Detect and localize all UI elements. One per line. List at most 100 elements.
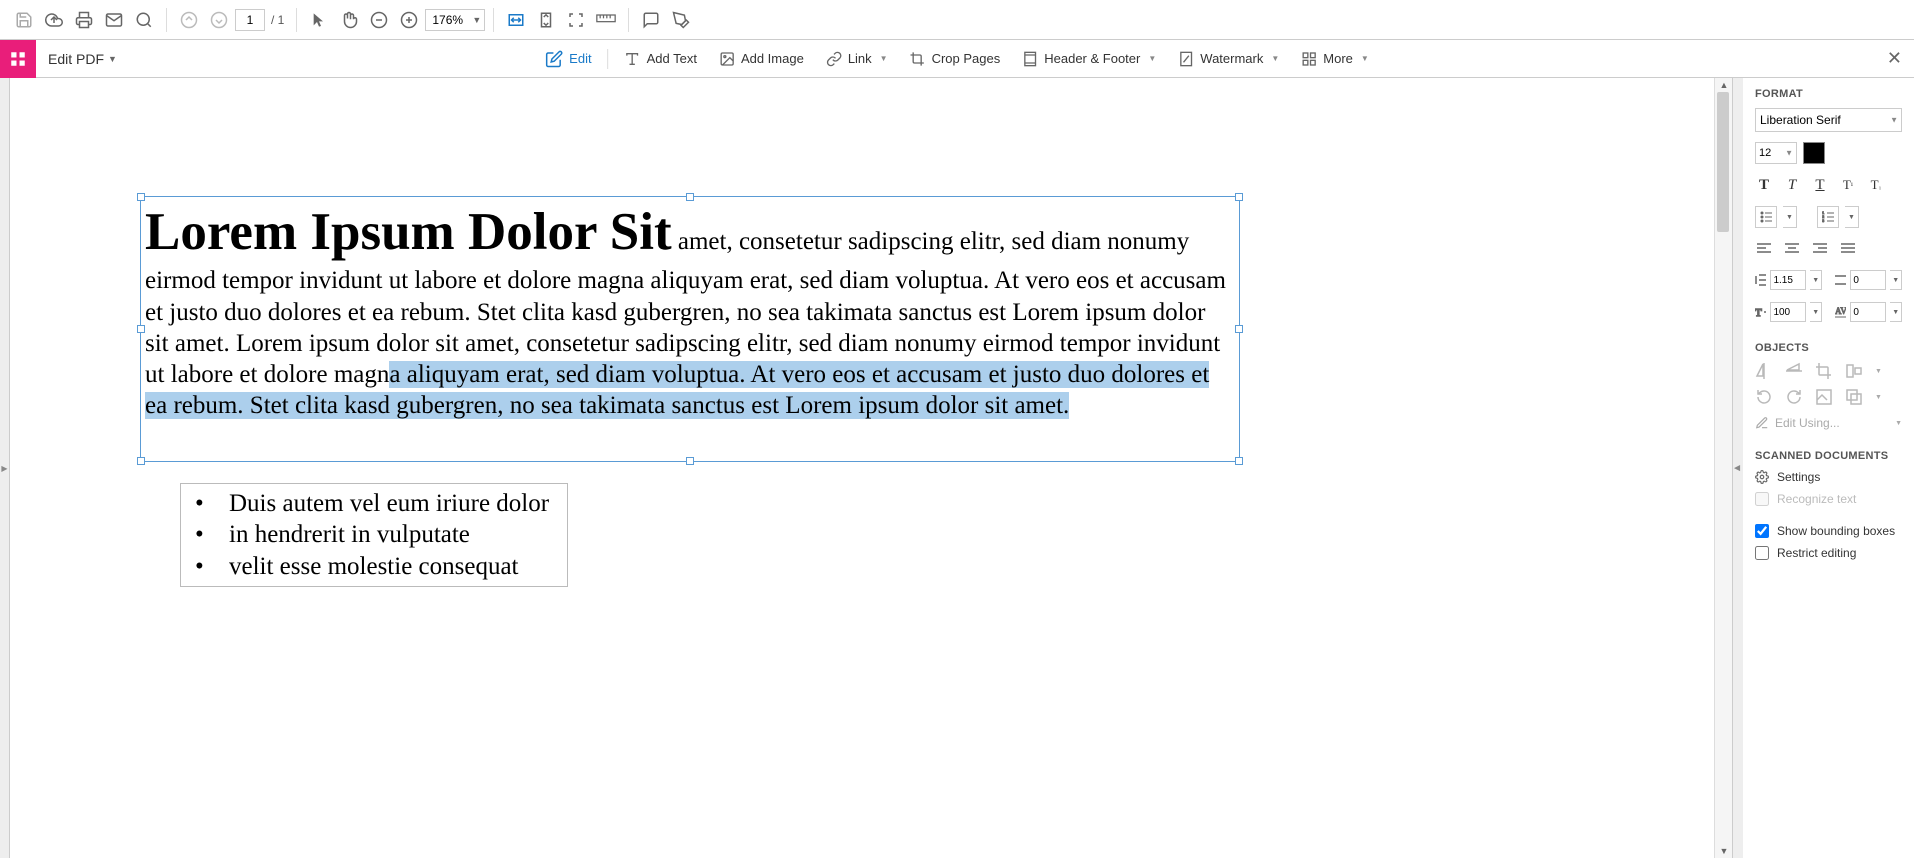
underline-icon[interactable]: T xyxy=(1811,176,1829,194)
recognize-text-checkbox[interactable]: Recognize text xyxy=(1755,492,1902,506)
crop-object-icon[interactable] xyxy=(1815,362,1833,380)
replace-image-icon[interactable] xyxy=(1815,388,1833,406)
subscript-icon[interactable]: T₁ xyxy=(1867,176,1885,194)
line-spacing-icon xyxy=(1755,273,1766,287)
list-item[interactable]: Duis autem vel eum iriure dolor xyxy=(185,488,559,519)
rotate-cw-icon[interactable] xyxy=(1785,388,1803,406)
right-panel-toggle[interactable]: ▶ xyxy=(1732,78,1742,858)
objects-heading: OBJECTS xyxy=(1755,342,1902,354)
search-icon[interactable] xyxy=(130,6,158,34)
zoom-in-icon[interactable] xyxy=(395,6,423,34)
print-icon[interactable] xyxy=(70,6,98,34)
header-footer-button[interactable]: Header & Footer ▼ xyxy=(1012,47,1166,71)
bullet-list-dropdown[interactable]: ▼ xyxy=(1783,206,1797,228)
chevron-down-icon: ▼ xyxy=(880,54,888,63)
settings-button[interactable]: Settings xyxy=(1755,470,1902,484)
resize-handle[interactable] xyxy=(137,457,145,465)
svg-text:3: 3 xyxy=(1822,218,1825,223)
list-item[interactable]: velit esse molestie consequat xyxy=(185,551,559,582)
resize-handle[interactable] xyxy=(1235,325,1243,333)
scroll-down-icon[interactable]: ▼ xyxy=(1715,844,1733,858)
restrict-editing-checkbox[interactable]: Restrict editing xyxy=(1755,546,1902,560)
scroll-up-icon[interactable]: ▲ xyxy=(1715,78,1733,92)
para-spacing-dropdown[interactable]: ▼ xyxy=(1890,270,1902,290)
numbered-list-icon[interactable]: 123 xyxy=(1817,206,1839,228)
top-toolbar: / 1 ▼ xyxy=(0,0,1914,40)
highlight-icon[interactable] xyxy=(667,6,695,34)
flip-h-icon[interactable] xyxy=(1755,362,1773,380)
italic-icon[interactable]: T xyxy=(1783,176,1801,194)
resize-handle[interactable] xyxy=(1235,193,1243,201)
align-right-icon[interactable] xyxy=(1811,240,1829,258)
mail-icon[interactable] xyxy=(100,6,128,34)
save-icon[interactable] xyxy=(10,6,38,34)
numbered-list-dropdown[interactable]: ▼ xyxy=(1845,206,1859,228)
zoom-out-icon[interactable] xyxy=(365,6,393,34)
tools-tab-icon[interactable] xyxy=(0,40,36,78)
left-panel-toggle[interactable]: ▶ xyxy=(0,78,10,858)
fullscreen-icon[interactable] xyxy=(562,6,590,34)
chevron-down-icon: ▼ xyxy=(1148,54,1156,63)
comment-icon[interactable] xyxy=(637,6,665,34)
text-frame-list[interactable]: Duis autem vel eum iriure dolor in hendr… xyxy=(180,483,568,587)
page-down-icon[interactable] xyxy=(205,6,233,34)
vertical-scrollbar[interactable]: ▲ ▼ xyxy=(1714,78,1732,858)
scroll-thumb[interactable] xyxy=(1717,92,1729,232)
page-total-label: / 1 xyxy=(271,13,284,27)
mode-dropdown[interactable]: Edit PDF ▼ xyxy=(36,51,129,67)
align-objects-icon[interactable] xyxy=(1845,362,1863,380)
edit-toolbar: Edit PDF ▼ Edit Add Text Add Image Link … xyxy=(0,40,1914,78)
close-icon[interactable]: ✕ xyxy=(1887,48,1902,69)
resize-handle[interactable] xyxy=(686,193,694,201)
cloud-icon[interactable] xyxy=(40,6,68,34)
edit-using-dropdown[interactable]: Edit Using... ▼ xyxy=(1755,416,1902,430)
resize-handle[interactable] xyxy=(1235,457,1243,465)
resize-handle[interactable] xyxy=(686,457,694,465)
font-size-select[interactable] xyxy=(1755,142,1797,164)
separator xyxy=(296,8,297,32)
separator xyxy=(493,8,494,32)
more-button[interactable]: More ▼ xyxy=(1291,47,1379,71)
char-spacing-input[interactable] xyxy=(1850,302,1886,322)
align-center-icon[interactable] xyxy=(1783,240,1801,258)
crop-pages-button[interactable]: Crop Pages xyxy=(900,47,1011,71)
font-color-picker[interactable] xyxy=(1803,142,1825,164)
rotate-ccw-icon[interactable] xyxy=(1755,388,1773,406)
document-area[interactable]: Lorem Ipsum Dolor Sit amet, consetetur s… xyxy=(10,78,1714,858)
resize-handle[interactable] xyxy=(137,193,145,201)
align-justify-icon[interactable] xyxy=(1839,240,1857,258)
fit-page-icon[interactable] xyxy=(532,6,560,34)
line-spacing-input[interactable] xyxy=(1770,270,1806,290)
ruler-icon[interactable] xyxy=(592,6,620,34)
page-number-input[interactable] xyxy=(235,9,265,31)
fit-width-icon[interactable] xyxy=(502,6,530,34)
separator xyxy=(608,49,609,69)
link-button[interactable]: Link ▼ xyxy=(816,47,898,71)
edit-button[interactable]: Edit xyxy=(535,46,601,72)
line-spacing-dropdown[interactable]: ▼ xyxy=(1810,270,1822,290)
para-spacing-input[interactable] xyxy=(1850,270,1886,290)
align-left-icon[interactable] xyxy=(1755,240,1773,258)
paragraph-content[interactable]: Lorem Ipsum Dolor Sit amet, consetetur s… xyxy=(141,197,1239,424)
watermark-button[interactable]: Watermark ▼ xyxy=(1168,47,1289,71)
char-spacing-dropdown[interactable]: ▼ xyxy=(1890,302,1902,322)
hand-icon[interactable] xyxy=(335,6,363,34)
text-frame-selected[interactable]: Lorem Ipsum Dolor Sit amet, consetetur s… xyxy=(140,196,1240,462)
resize-handle[interactable] xyxy=(137,325,145,333)
page-up-icon[interactable] xyxy=(175,6,203,34)
h-scale-input[interactable] xyxy=(1770,302,1806,322)
arrange-icon[interactable] xyxy=(1845,388,1863,406)
pointer-icon[interactable] xyxy=(305,6,333,34)
format-heading: FORMAT xyxy=(1755,88,1902,100)
add-image-button[interactable]: Add Image xyxy=(709,47,814,71)
flip-v-icon[interactable] xyxy=(1785,362,1803,380)
superscript-icon[interactable]: T¹ xyxy=(1839,176,1857,194)
font-family-select[interactable] xyxy=(1755,108,1902,132)
bullet-list-icon[interactable] xyxy=(1755,206,1777,228)
list-item[interactable]: in hendrerit in vulputate xyxy=(185,519,559,550)
zoom-select[interactable]: ▼ xyxy=(425,9,485,31)
show-boxes-checkbox[interactable]: Show bounding boxes xyxy=(1755,524,1902,538)
add-text-button[interactable]: Add Text xyxy=(615,47,707,71)
bold-icon[interactable]: T xyxy=(1755,176,1773,194)
h-scale-dropdown[interactable]: ▼ xyxy=(1810,302,1822,322)
